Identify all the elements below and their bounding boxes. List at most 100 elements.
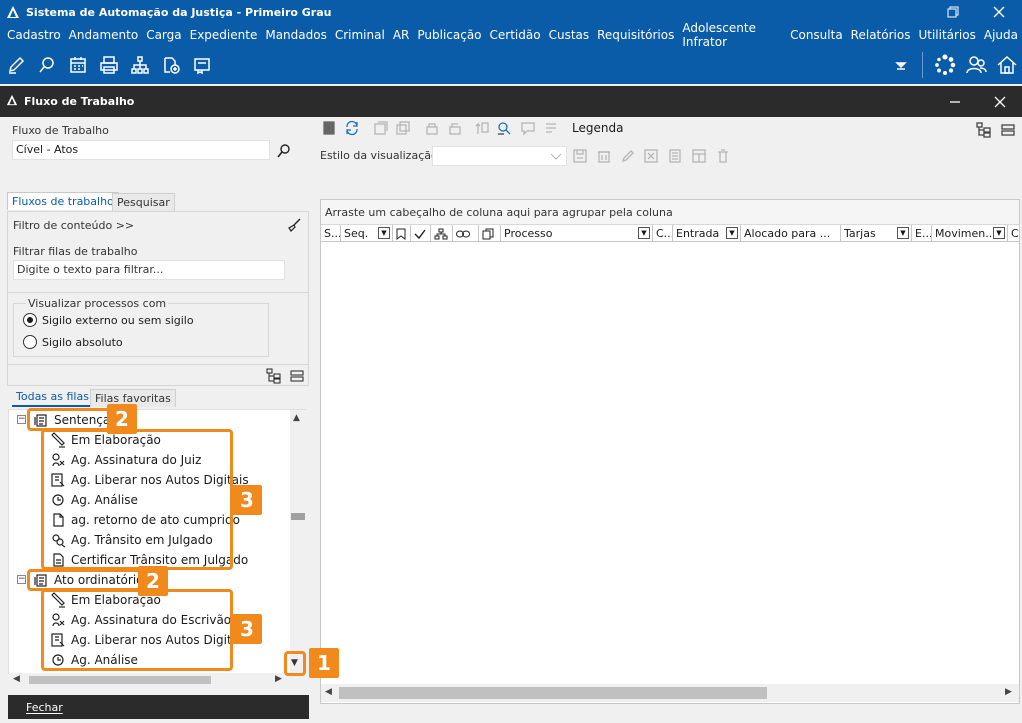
menu-ajuda[interactable]: Ajuda bbox=[980, 28, 1022, 42]
menu-utilitarios[interactable]: Utilitários bbox=[914, 28, 979, 42]
search-document-icon[interactable] bbox=[495, 119, 513, 137]
tree-collapse-icon[interactable] bbox=[289, 368, 305, 387]
add-document-icon[interactable] bbox=[155, 50, 186, 80]
save-view-icon[interactable] bbox=[571, 147, 589, 165]
lock-icon[interactable] bbox=[423, 119, 441, 137]
copy-icon[interactable] bbox=[394, 119, 412, 137]
col-last[interactable]: C bbox=[1008, 225, 1020, 242]
tree-horizontal-scrollbar[interactable]: ◀ ▶ bbox=[9, 673, 290, 687]
filter-icon[interactable]: ▼ bbox=[638, 227, 650, 239]
filtrar-input[interactable]: Digite o texto para filtrar... bbox=[13, 260, 285, 280]
export-icon[interactable] bbox=[642, 147, 660, 165]
users-icon[interactable] bbox=[960, 50, 991, 80]
menu-carga[interactable]: Carga bbox=[142, 28, 185, 42]
menu-andamento[interactable]: Andamento bbox=[65, 28, 143, 42]
grid-hscroll-thumb[interactable] bbox=[339, 687, 767, 699]
tab-fluxos-de-trabalho[interactable]: Fluxos de trabalho bbox=[7, 192, 119, 210]
trash-icon[interactable] bbox=[714, 147, 732, 165]
menu-adolescente-infrator[interactable]: Adolescente Infrator bbox=[678, 21, 786, 49]
group-by-area[interactable]: Arraste um cabeçalho de coluna aqui para… bbox=[321, 200, 1019, 225]
menu-publicacao[interactable]: Publicação bbox=[413, 28, 485, 42]
menu-ar[interactable]: AR bbox=[389, 28, 414, 42]
col-check[interactable] bbox=[411, 225, 431, 242]
search-process-icon[interactable] bbox=[31, 50, 62, 80]
col-s[interactable]: S... bbox=[321, 225, 341, 242]
radio-sigilo-absoluto[interactable]: Sigilo absoluto bbox=[23, 335, 123, 349]
tree-collapse-toggle[interactable]: − bbox=[17, 415, 26, 424]
scroll-right-icon[interactable]: ▶ bbox=[275, 674, 282, 684]
estilo-select[interactable] bbox=[432, 146, 567, 166]
menu-expediente[interactable]: Expediente bbox=[186, 28, 262, 42]
col-alocado[interactable]: Alocado para ... bbox=[741, 225, 841, 242]
edit-icon[interactable] bbox=[0, 50, 31, 80]
tab-pesquisar[interactable]: Pesquisar bbox=[112, 193, 175, 211]
home-icon[interactable] bbox=[991, 50, 1022, 80]
grid-scroll-left-icon[interactable]: ◀ bbox=[325, 687, 332, 697]
notes-icon[interactable] bbox=[666, 147, 684, 165]
tab-todas-as-filas[interactable]: Todas as filas bbox=[12, 388, 93, 407]
tree-vertical-scrollbar[interactable]: ▲ bbox=[290, 410, 306, 674]
loading-icon[interactable] bbox=[929, 50, 960, 80]
filter-icon[interactable]: ▼ bbox=[897, 227, 909, 239]
col-seq[interactable]: Seq. ▼ bbox=[341, 225, 393, 242]
dropdown-arrow-icon[interactable] bbox=[885, 50, 916, 80]
history-icon[interactable] bbox=[542, 119, 560, 137]
radio-sigilo-externo[interactable]: Sigilo externo ou sem sigilo bbox=[23, 313, 194, 327]
menu-certidao[interactable]: Certidão bbox=[486, 28, 545, 42]
scroll-left-icon[interactable]: ◀ bbox=[13, 674, 20, 684]
menu-mandados[interactable]: Mandados bbox=[261, 28, 331, 42]
col-tarjas[interactable]: Tarjas ▼ bbox=[841, 225, 912, 242]
col-c[interactable]: C... bbox=[653, 225, 673, 242]
org-chart-icon[interactable] bbox=[124, 50, 155, 80]
certificate-icon[interactable] bbox=[186, 50, 217, 80]
tree-hscroll-thumb[interactable] bbox=[29, 676, 211, 684]
delete-view-icon[interactable] bbox=[595, 147, 613, 165]
col-bookmark[interactable] bbox=[393, 225, 411, 242]
menu-requisitorios[interactable]: Requisitórios bbox=[593, 28, 678, 42]
close-window-button[interactable] bbox=[976, 0, 1022, 24]
col-processo[interactable]: Processo ▼ bbox=[501, 225, 653, 242]
restore-button[interactable] bbox=[930, 0, 976, 24]
layout-icon[interactable] bbox=[690, 147, 708, 165]
broom-icon[interactable] bbox=[286, 217, 302, 236]
col-entrada[interactable]: Entrada ▼ bbox=[673, 225, 741, 242]
filter-icon[interactable]: ▼ bbox=[726, 227, 738, 239]
menu-consulta[interactable]: Consulta bbox=[786, 28, 847, 42]
fluxo-field[interactable]: Cível - Atos bbox=[12, 140, 270, 160]
col-link[interactable] bbox=[453, 225, 479, 242]
refresh-icon[interactable] bbox=[343, 119, 361, 137]
filtro-conteudo-toggle[interactable]: Filtro de conteúdo >> bbox=[13, 219, 134, 232]
move-icon[interactable] bbox=[473, 119, 491, 137]
tree-view-icon[interactable] bbox=[975, 121, 993, 139]
menu-custas[interactable]: Custas bbox=[545, 28, 594, 42]
edit-view-icon[interactable] bbox=[619, 147, 637, 165]
filter-icon[interactable]: ▼ bbox=[378, 227, 390, 239]
print-icon[interactable] bbox=[93, 50, 124, 80]
tree-collapse-toggle[interactable]: − bbox=[17, 575, 26, 584]
bookmark-icon[interactable] bbox=[320, 119, 338, 137]
comment-icon[interactable] bbox=[519, 119, 537, 137]
tree-scroll-thumb[interactable] bbox=[291, 513, 305, 520]
search-fluxo-icon[interactable] bbox=[276, 143, 292, 162]
grid-scroll-right-icon[interactable]: ▶ bbox=[1005, 687, 1012, 697]
unlock-icon[interactable] bbox=[446, 119, 464, 137]
list-view-icon[interactable] bbox=[999, 121, 1017, 139]
filter-icon[interactable]: ▼ bbox=[993, 227, 1005, 239]
col-org[interactable] bbox=[431, 225, 453, 242]
close-panel-button[interactable] bbox=[977, 86, 1022, 117]
fechar-button[interactable]: Fechar bbox=[8, 695, 309, 719]
tree-expand-icon[interactable] bbox=[266, 368, 282, 387]
calendar-icon[interactable] bbox=[62, 50, 93, 80]
minimize-panel-button[interactable] bbox=[932, 86, 978, 117]
col-doc[interactable] bbox=[479, 225, 501, 242]
col-e[interactable]: E... bbox=[912, 225, 932, 242]
col-movimento[interactable]: Movimen... ▼ bbox=[932, 225, 1008, 242]
scroll-up-icon[interactable]: ▲ bbox=[293, 413, 300, 423]
menu-cadastro[interactable]: Cadastro bbox=[3, 28, 65, 42]
grid-horizontal-scrollbar[interactable]: ◀ ▶ bbox=[321, 684, 1019, 702]
menu-criminal[interactable]: Criminal bbox=[331, 28, 389, 42]
menu-relatorios[interactable]: Relatórios bbox=[847, 28, 915, 42]
legenda-label[interactable]: Legenda bbox=[572, 121, 623, 135]
scroll-down-icon[interactable]: ▼ bbox=[291, 658, 298, 668]
select-all-icon[interactable] bbox=[372, 119, 390, 137]
